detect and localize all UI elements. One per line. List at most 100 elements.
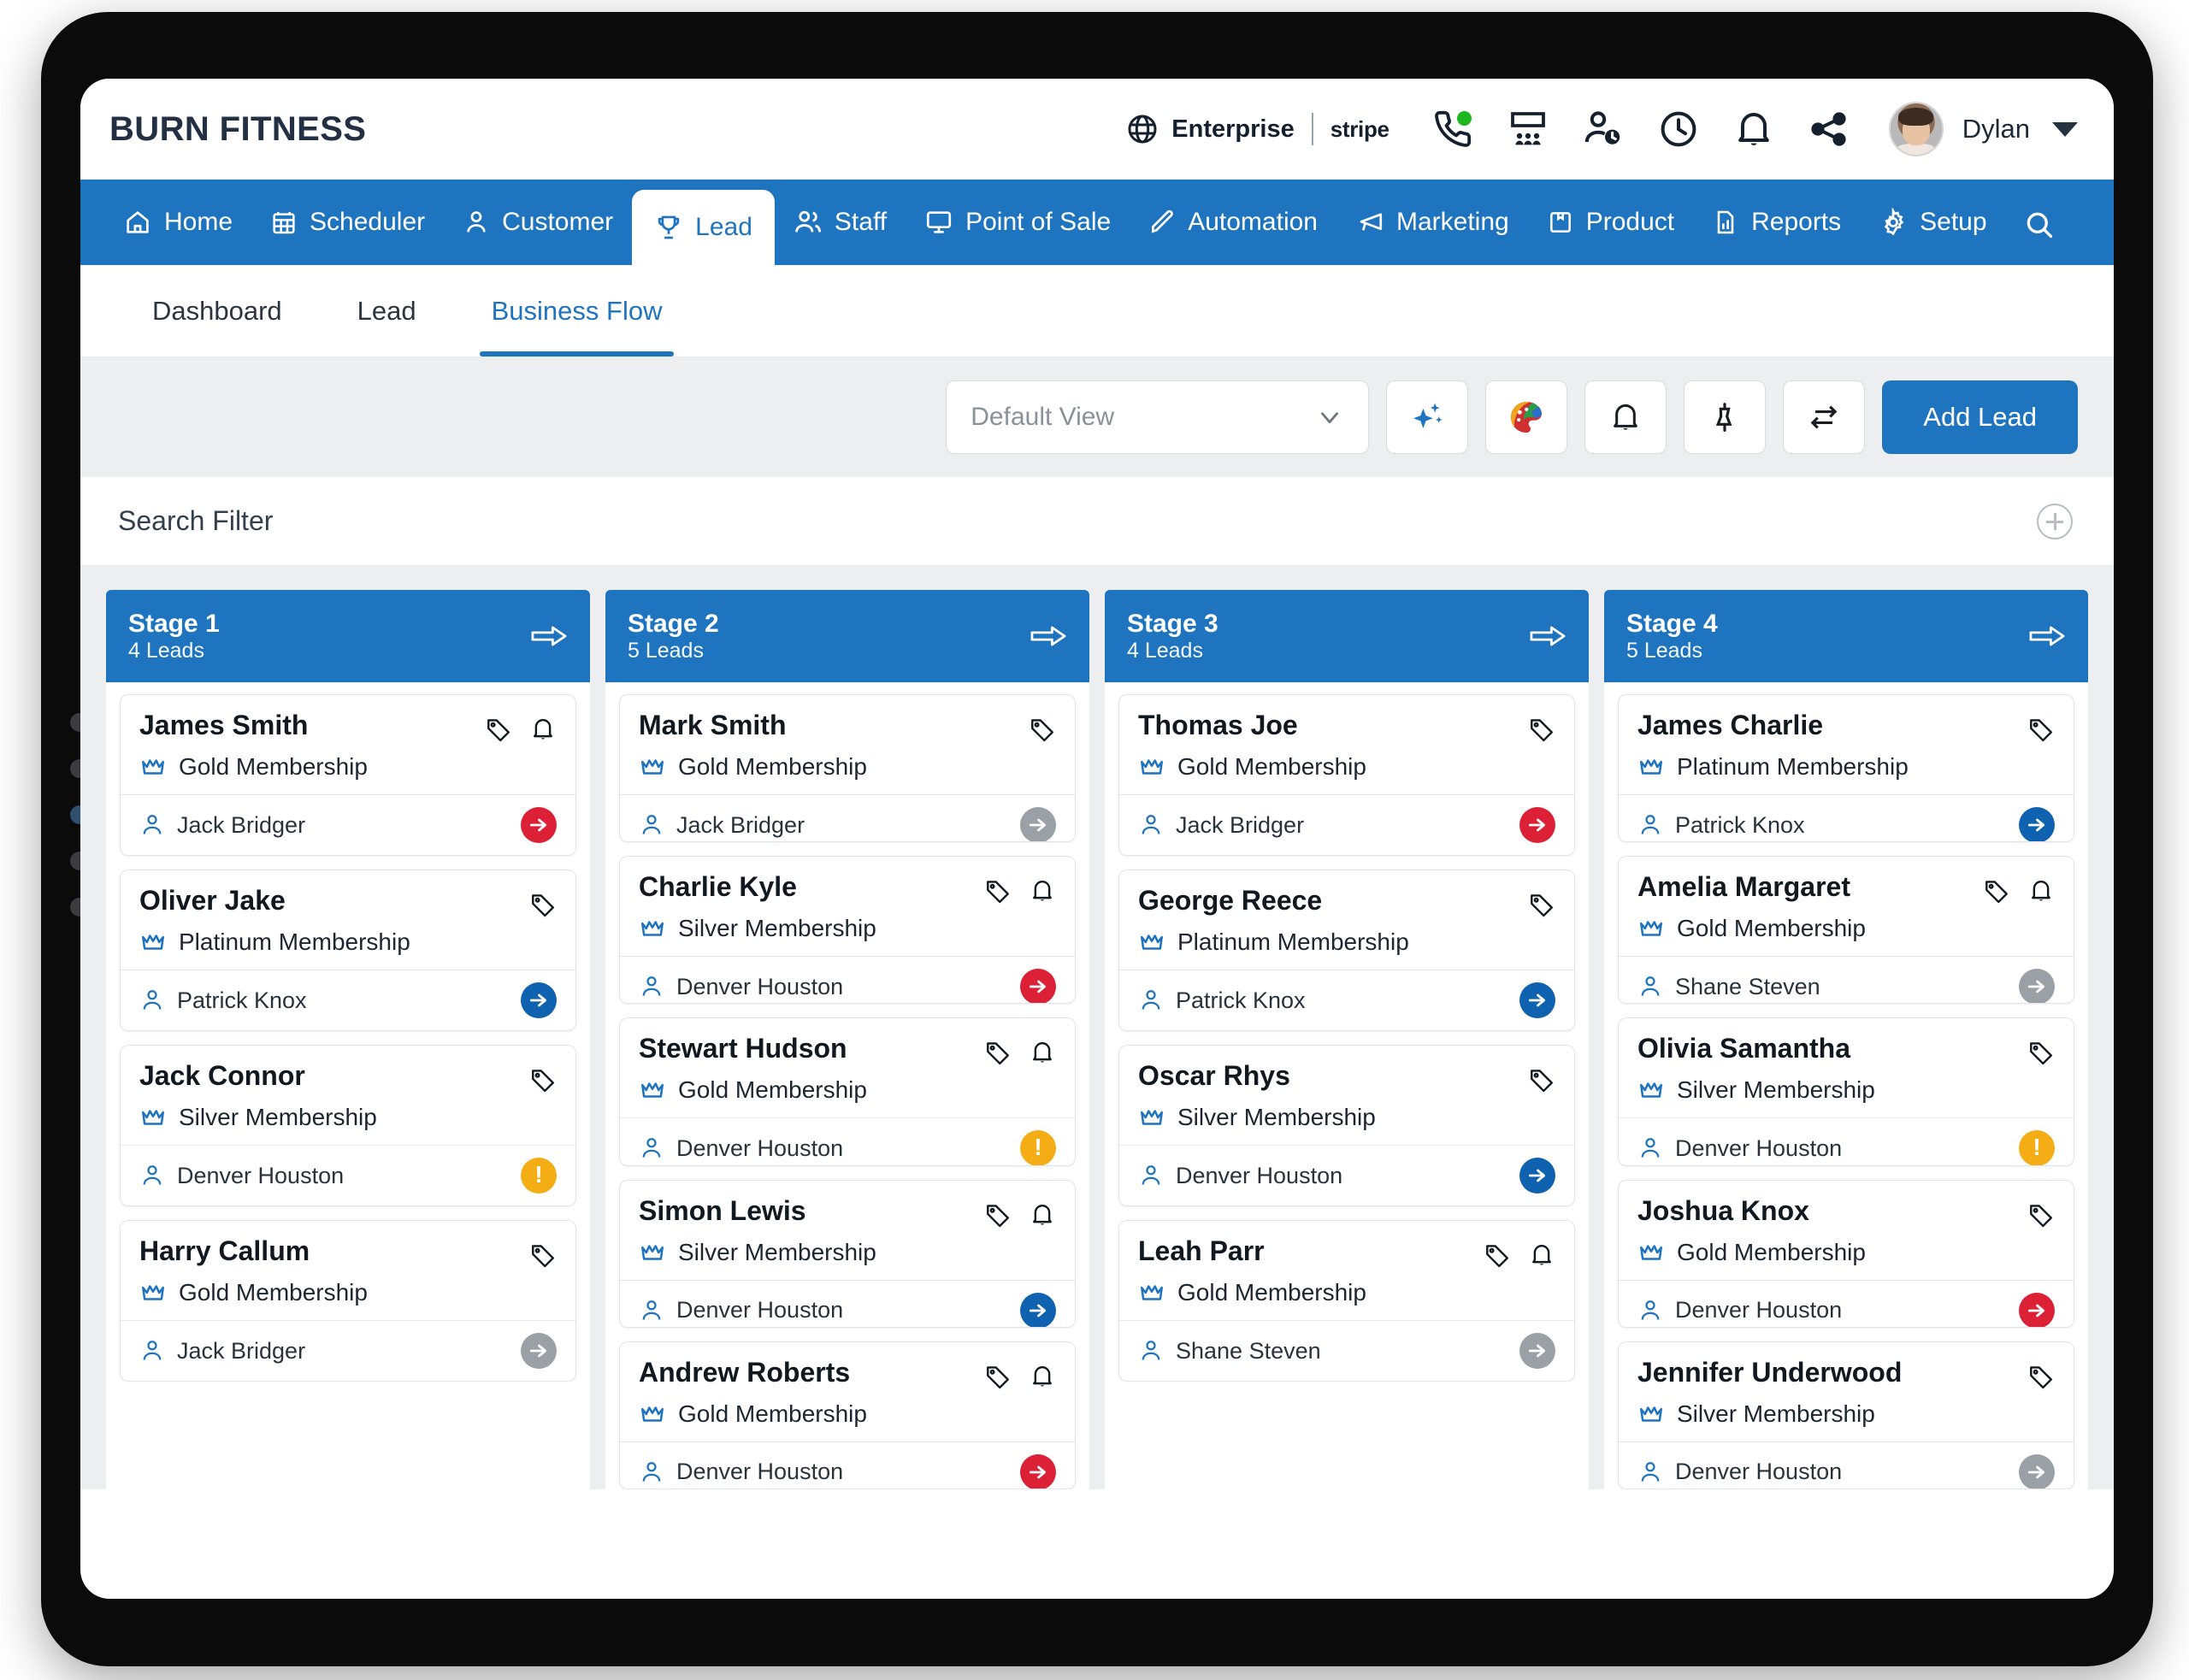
plus-circle-icon[interactable] [2037, 503, 2073, 539]
tag-icon[interactable] [1528, 716, 1555, 743]
tag-icon[interactable] [2027, 716, 2055, 743]
lead-card[interactable]: Jennifer Underwood Silver Membership Den… [1618, 1341, 2074, 1489]
lead-status-badge[interactable] [2019, 1292, 2055, 1327]
presentation-icon-button[interactable] [1490, 96, 1566, 162]
arrow-right-icon[interactable] [1529, 622, 1567, 651]
tag-icon[interactable] [2027, 1039, 2055, 1066]
tag-icon[interactable] [984, 877, 1012, 905]
nav-item-customer[interactable]: Customer [444, 180, 632, 265]
lead-status-badge[interactable] [1020, 969, 1056, 1004]
tag-icon[interactable] [529, 891, 557, 918]
lead-status-badge[interactable] [1519, 982, 1555, 1018]
user-clock-icon-button[interactable] [1566, 96, 1641, 162]
bell-icon[interactable] [1029, 1201, 1056, 1229]
lead-status-badge[interactable] [1519, 1158, 1555, 1194]
lead-status-badge[interactable] [2019, 807, 2055, 842]
enterprise-badge[interactable]: Enterprise stripe [1125, 112, 1390, 146]
nav-item-automation[interactable]: Automation [1130, 180, 1336, 265]
lead-card[interactable]: George Reece Platinum Membership Patrick… [1118, 869, 1575, 1031]
tag-icon[interactable] [984, 1039, 1012, 1066]
tab-dashboard[interactable]: Dashboard [115, 265, 320, 357]
bell-icon[interactable] [1029, 1363, 1056, 1390]
lead-card[interactable]: Charlie Kyle Silver Membership Denver Ho… [619, 856, 1076, 1005]
tab-lead[interactable]: Lead [320, 265, 454, 357]
lead-status-badge[interactable] [1020, 807, 1056, 842]
notifications-button[interactable] [1584, 380, 1667, 454]
arrow-right-icon[interactable] [1030, 622, 1067, 651]
lead-status-badge[interactable] [521, 1333, 557, 1369]
chevron-down-icon[interactable] [2052, 121, 2078, 137]
nav-item-marketing[interactable]: Marketing [1336, 180, 1528, 265]
view-select[interactable]: Default View [946, 380, 1370, 454]
bell-icon[interactable] [1528, 1241, 1555, 1269]
nav-item-staff[interactable]: Staff [775, 180, 906, 265]
lead-status-badge[interactable] [1519, 807, 1555, 843]
arrow-right-icon[interactable] [2028, 622, 2066, 651]
bell-icon[interactable] [1029, 1039, 1056, 1066]
clock-icon-button[interactable] [1641, 96, 1716, 162]
lead-card[interactable]: James Charlie Platinum Membership Patric… [1618, 694, 2074, 843]
bell-icon[interactable] [1029, 877, 1056, 905]
tag-icon[interactable] [1029, 716, 1056, 743]
tag-icon[interactable] [2027, 1201, 2055, 1229]
tag-icon[interactable] [529, 1066, 557, 1093]
tag-icon[interactable] [1983, 877, 2010, 905]
tag-icon[interactable] [485, 716, 512, 743]
nav-item-point-of-sale[interactable]: Point of Sale [906, 180, 1130, 265]
tag-icon[interactable] [984, 1363, 1012, 1390]
tag-icon[interactable] [1528, 1066, 1555, 1093]
lead-status-badge[interactable] [1020, 1292, 1056, 1327]
lead-status-badge[interactable]: ! [521, 1158, 557, 1194]
arrow-right-icon[interactable] [530, 622, 568, 651]
phone-icon-button[interactable] [1415, 96, 1490, 162]
share-icon-button[interactable] [1791, 96, 1867, 162]
nav-item-home[interactable]: Home [104, 180, 251, 265]
lead-status-badge[interactable] [521, 807, 557, 843]
lead-card[interactable]: Harry Callum Gold Membership Jack Bridge… [120, 1220, 576, 1382]
lead-card-footer: Denver Houston [1619, 1279, 2074, 1327]
lead-card[interactable]: Andrew Roberts Gold Membership Denver Ho… [619, 1341, 1076, 1489]
lead-status-badge[interactable] [521, 982, 557, 1018]
lead-card[interactable]: Mark Smith Gold Membership Jack Bridger [619, 694, 1076, 843]
tag-icon[interactable] [2027, 1363, 2055, 1390]
user-name-label[interactable]: Dylan [1962, 114, 2030, 144]
pin-button[interactable] [1684, 380, 1767, 454]
notifications-bell-button[interactable] [1716, 96, 1791, 162]
lead-status-badge[interactable] [2019, 969, 2055, 1004]
tag-icon[interactable] [1528, 891, 1555, 918]
lead-status-badge[interactable] [2019, 1453, 2055, 1489]
nav-item-product[interactable]: Product [1528, 180, 1693, 265]
lead-card-title-row: Jennifer Underwood [1637, 1357, 2055, 1390]
tag-icon[interactable] [984, 1201, 1012, 1229]
bell-icon[interactable] [529, 716, 557, 743]
theme-button[interactable] [1485, 380, 1568, 454]
lead-status-badge[interactable] [1519, 1333, 1555, 1369]
lead-status-badge[interactable]: ! [2019, 1130, 2055, 1165]
nav-item-reports[interactable]: Reports [1693, 180, 1860, 265]
nav-item-setup[interactable]: Setup [1860, 180, 2005, 265]
refresh-button[interactable] [1783, 380, 1866, 454]
lead-card[interactable]: Joshua Knox Gold Membership Denver Houst… [1618, 1179, 2074, 1328]
nav-item-lead[interactable]: Lead [632, 190, 775, 265]
lead-card[interactable]: Thomas Joe Gold Membership Jack Bridger [1118, 694, 1575, 856]
lead-status-badge[interactable]: ! [1020, 1130, 1056, 1165]
lead-card[interactable]: James Smith Gold Membership Jack Bridger [120, 694, 576, 856]
lead-card[interactable]: Jack Connor Silver Membership Denver Hou… [120, 1045, 576, 1206]
lead-card[interactable]: Stewart Hudson Gold Membership Denver Ho… [619, 1017, 1076, 1166]
avatar[interactable] [1888, 102, 1944, 156]
tag-icon[interactable] [529, 1241, 557, 1269]
nav-search-button[interactable] [2023, 209, 2056, 241]
ai-assist-button[interactable] [1386, 380, 1469, 454]
tab-business-flow[interactable]: Business Flow [454, 265, 700, 357]
lead-card[interactable]: Simon Lewis Silver Membership Denver Hou… [619, 1179, 1076, 1328]
lead-card[interactable]: Leah Parr Gold Membership Shane Steven [1118, 1220, 1575, 1382]
lead-card[interactable]: Amelia Margaret Gold Membership Shane St… [1618, 856, 2074, 1005]
add-lead-button[interactable]: Add Lead [1882, 380, 2078, 454]
lead-card[interactable]: Olivia Samantha Silver Membership Denver… [1618, 1017, 2074, 1166]
lead-card[interactable]: Oliver Jake Platinum Membership Patrick … [120, 869, 576, 1031]
nav-item-scheduler[interactable]: Scheduler [251, 180, 444, 265]
lead-status-badge[interactable] [1020, 1453, 1056, 1489]
tag-icon[interactable] [1484, 1241, 1511, 1269]
lead-card[interactable]: Oscar Rhys Silver Membership Denver Hous… [1118, 1045, 1575, 1206]
bell-icon[interactable] [2027, 877, 2055, 905]
